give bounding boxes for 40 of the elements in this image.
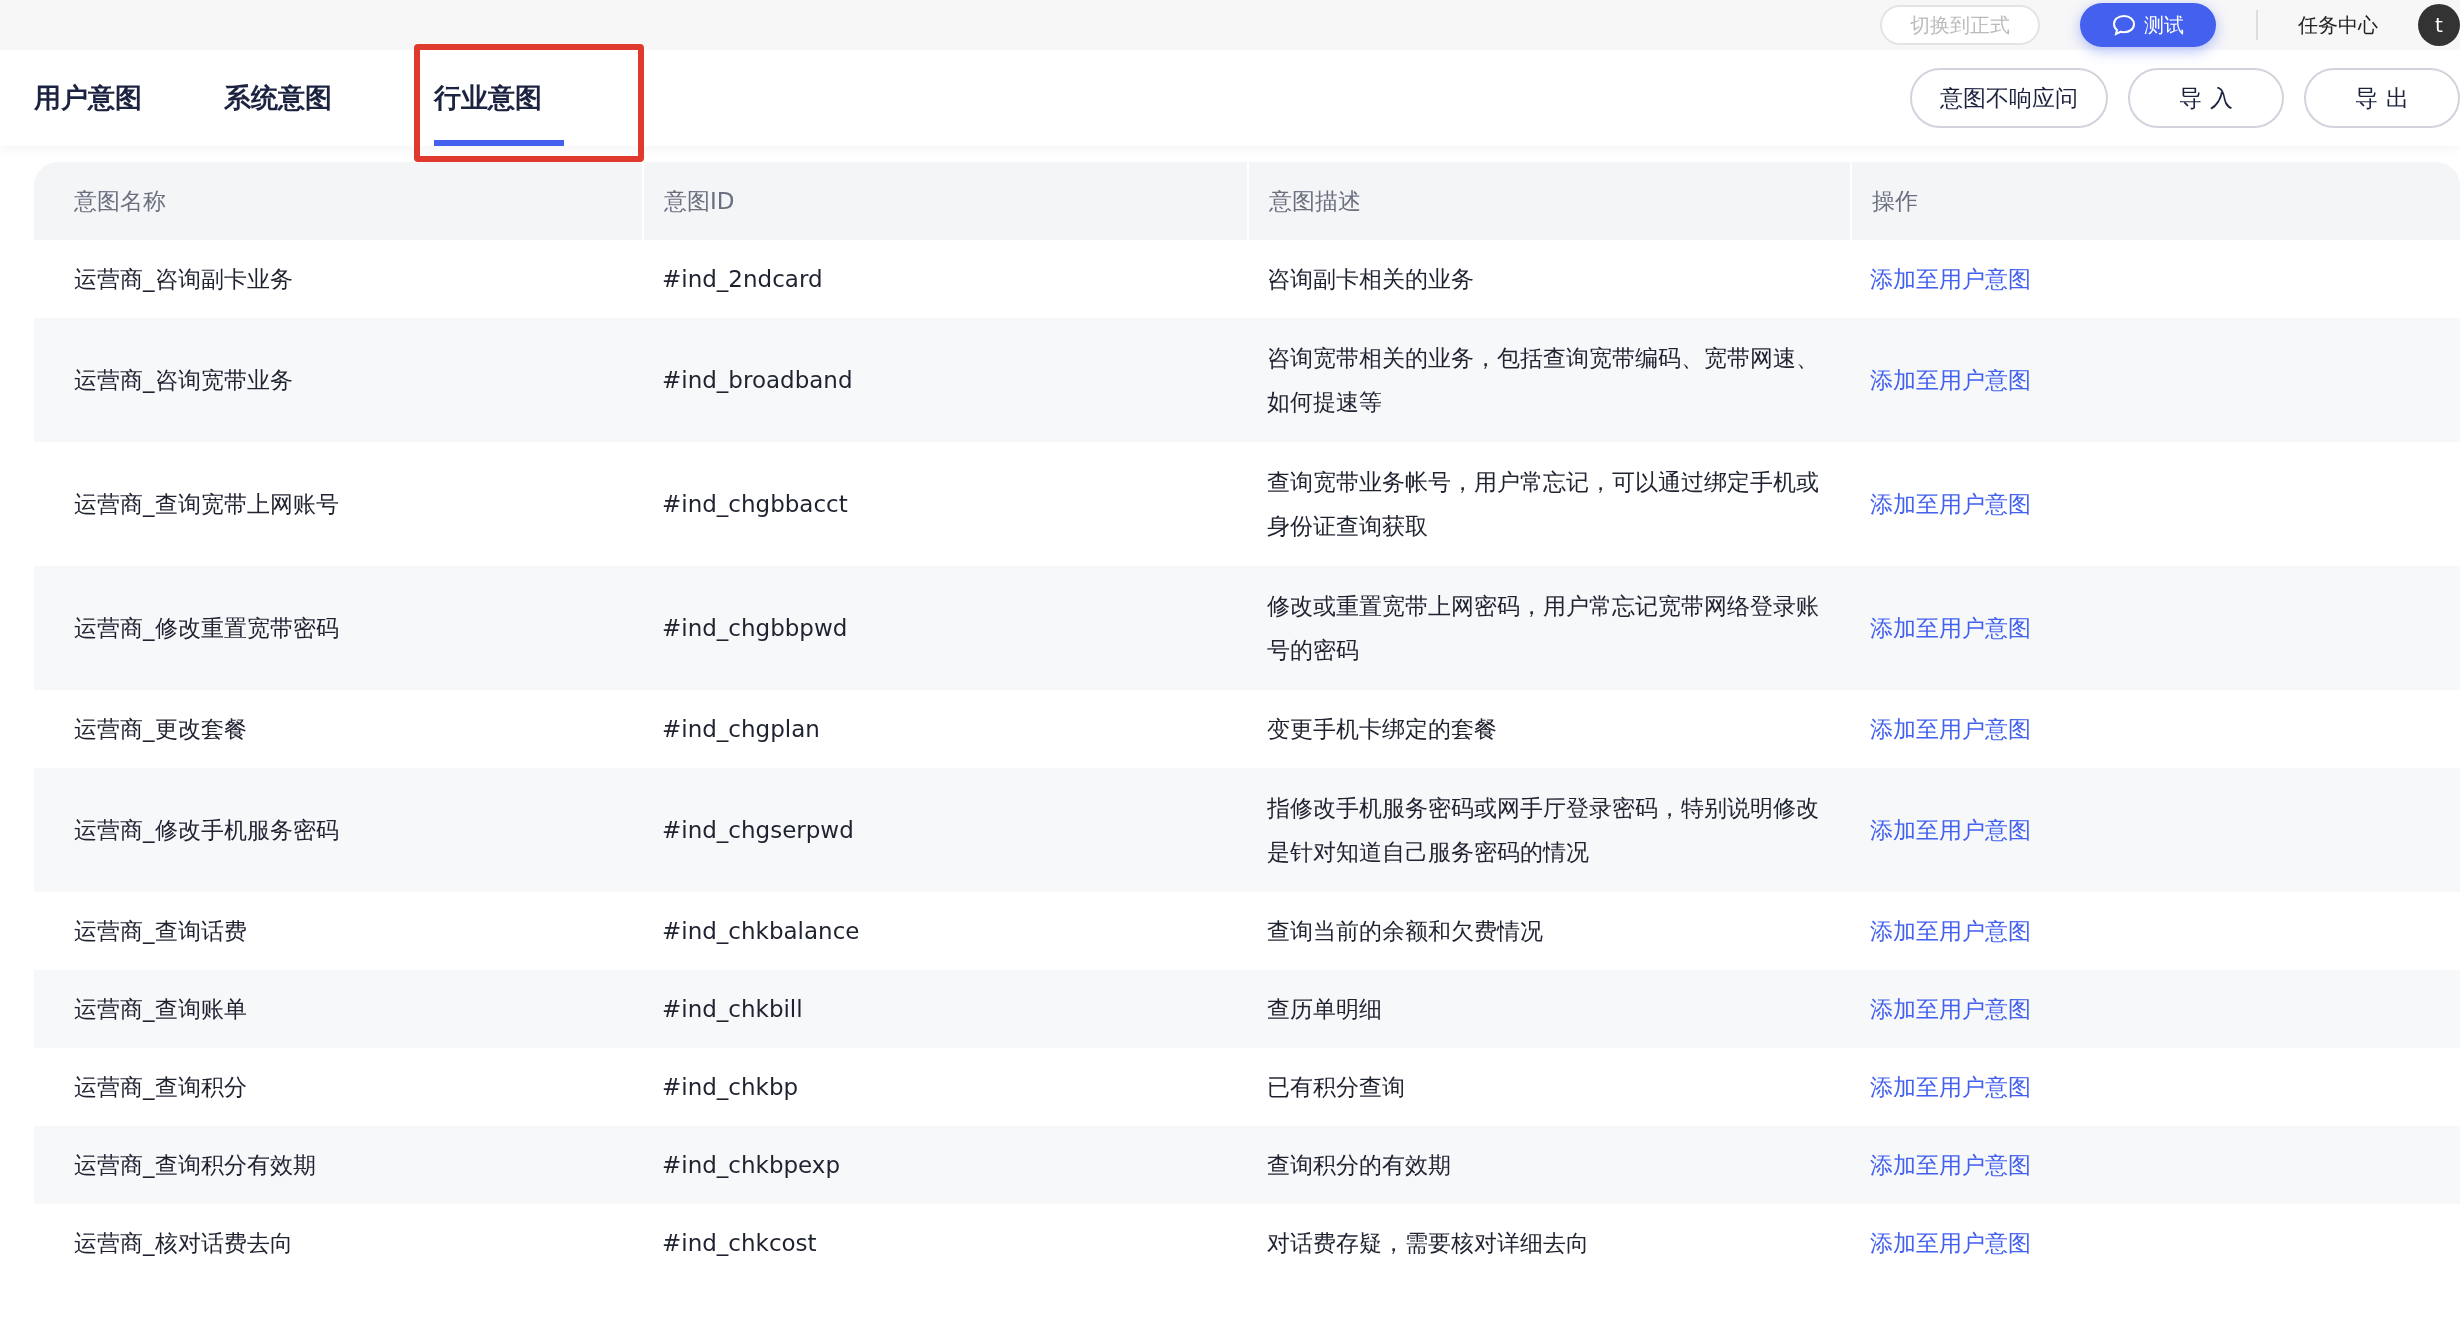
add-to-user-intent-link[interactable]: 添加至用户意图 <box>1870 358 2031 402</box>
table-cell: 运营商_咨询宽带业务 <box>34 318 642 442</box>
column-header: 意图ID <box>642 162 1247 240</box>
add-to-user-intent-link[interactable]: 添加至用户意图 <box>1870 1065 2031 1109</box>
table-cell: 咨询宽带相关的业务，包括查询宽带编码、宽带网速、如何提速等 <box>1247 318 1850 442</box>
table-cell: 运营商_修改手机服务密码 <box>34 768 642 892</box>
table-cell: 修改或重置宽带上网密码，用户常忘记宽带网络登录账号的密码 <box>1247 566 1850 690</box>
action-button[interactable]: 意图不响应问 <box>1910 68 2108 128</box>
add-to-user-intent-link[interactable]: 添加至用户意图 <box>1870 707 2031 751</box>
tab[interactable]: 系统意图 <box>224 50 354 146</box>
user-avatar[interactable]: t <box>2418 4 2460 46</box>
table-cell: 运营商_查询账单 <box>34 970 642 1048</box>
table-cell: 运营商_修改重置宽带密码 <box>34 566 642 690</box>
action-button[interactable]: 导 出 <box>2304 68 2460 128</box>
table-cell: #ind_chkbpexp <box>642 1126 1247 1204</box>
table-cell: #ind_chgbbpwd <box>642 566 1247 690</box>
add-to-user-intent-link[interactable]: 添加至用户意图 <box>1870 482 2031 526</box>
add-to-user-intent-link[interactable]: 添加至用户意图 <box>1870 1221 2031 1265</box>
tab[interactable]: 用户意图 <box>34 50 164 146</box>
add-to-user-intent-link[interactable]: 添加至用户意图 <box>1870 808 2031 852</box>
add-to-user-intent-link[interactable]: 添加至用户意图 <box>1870 909 2031 953</box>
table-cell: 运营商_查询积分有效期 <box>34 1126 642 1204</box>
chat-bubble-icon <box>2112 14 2136 36</box>
table-cell: 指修改手机服务密码或网手厅登录密码，特别说明修改是针对知道自己服务密码的情况 <box>1247 768 1850 892</box>
add-to-user-intent-link[interactable]: 添加至用户意图 <box>1870 257 2031 301</box>
table-cell: #ind_broadband <box>642 318 1247 442</box>
column-header: 意图描述 <box>1247 162 1850 240</box>
task-center-link[interactable]: 任务中心 <box>2298 11 2378 39</box>
add-to-user-intent-link[interactable]: 添加至用户意图 <box>1870 606 2031 650</box>
table-cell: #ind_chkbill <box>642 970 1247 1048</box>
add-to-user-intent-link[interactable]: 添加至用户意图 <box>1870 987 2031 1031</box>
test-button[interactable]: 测试 <box>2080 3 2216 47</box>
table-cell: 查询积分的有效期 <box>1247 1126 1850 1204</box>
column-header: 操作 <box>1850 162 2460 240</box>
tab[interactable]: 行业意图 <box>434 50 564 146</box>
add-to-user-intent-link[interactable]: 添加至用户意图 <box>1870 1143 2031 1187</box>
column-header: 意图名称 <box>34 162 642 240</box>
table-cell: #ind_chgserpwd <box>642 768 1247 892</box>
table-cell: 查历单明细 <box>1247 970 1850 1048</box>
action-button[interactable]: 导 入 <box>2128 68 2284 128</box>
